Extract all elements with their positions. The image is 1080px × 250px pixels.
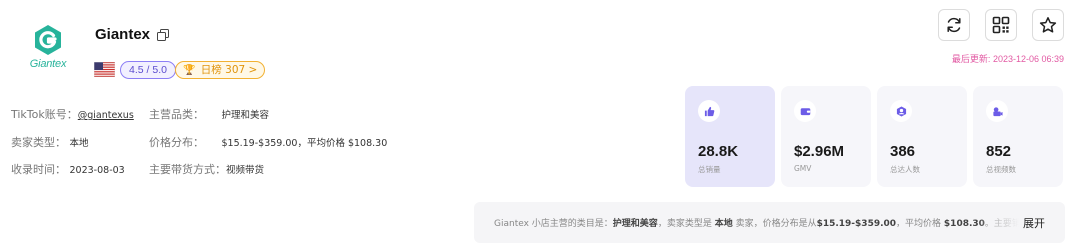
summary-category: 护理和美容: [612, 219, 658, 229]
sales-mode-value: 视频带货: [226, 165, 265, 176]
last-updated-value: 2023-12-06 06:39: [992, 54, 1064, 64]
chevron-right-icon: >: [248, 64, 258, 76]
giantex-logo-icon: [35, 25, 61, 55]
added-date-label: 收录时间：: [11, 163, 66, 176]
thumbs-up-icon: [698, 100, 720, 122]
main-category: 主营品类： 护理和美容: [149, 108, 269, 123]
shop-name: Giantex: [95, 26, 151, 43]
stat-card-total-creators[interactable]: 386 总达人数: [877, 86, 967, 187]
summary-average-price: $108.30: [943, 219, 985, 229]
shop-logo: Giantex: [22, 24, 74, 70]
last-updated-label: 最后更新:: [951, 54, 991, 64]
summary-part: Giantex 小店主营的类目是：: [494, 219, 613, 229]
wallet-icon: [794, 100, 816, 122]
expand-button[interactable]: 展开: [1023, 215, 1045, 231]
stat-gmv-label: GMV: [794, 164, 812, 173]
summary-part: 。主要销: [984, 219, 1019, 229]
added-date: 收录时间： 2023-08-03: [11, 163, 125, 178]
copy-icon[interactable]: [157, 29, 169, 41]
sales-mode-label: 主要带货方式：: [149, 163, 226, 176]
qr-code-button[interactable]: [985, 9, 1017, 41]
tiktok-account: TikTok账号：@giantexus: [11, 108, 134, 123]
tiktok-account-label: TikTok账号：: [11, 108, 78, 121]
stat-card-total-sales[interactable]: 28.8K 总销量: [685, 86, 775, 187]
tiktok-account-link[interactable]: @giantexus: [78, 110, 134, 121]
video-icon: [986, 100, 1008, 122]
stat-total-videos-value: 852: [986, 143, 1012, 160]
last-updated: 最后更新: 2023-12-06 06:39: [952, 52, 1064, 65]
stat-gmv-value: $2.96M: [794, 143, 845, 160]
main-category-label: 主营品类：: [149, 108, 204, 121]
stat-total-sales-label: 总销量: [698, 165, 721, 174]
main-category-value: 护理和美容: [221, 110, 269, 121]
summary-part: 卖家，价格分布是从: [732, 219, 817, 229]
stat-total-sales-value: 28.8K: [698, 143, 739, 160]
rating-badge: 4.5 / 5.0: [120, 61, 176, 79]
stat-total-videos-label: 总视频数: [986, 165, 1016, 174]
rank-label: 日榜: [200, 64, 222, 76]
daily-rank-badge[interactable]: 🏆 日榜 307 >: [175, 61, 266, 79]
summary-part: ，平均价格: [896, 219, 944, 229]
us-flag-icon: [94, 62, 115, 77]
summary-part: ，卖家类型是: [657, 219, 715, 229]
refresh-button[interactable]: [938, 9, 970, 41]
added-date-value: 2023-08-03: [69, 165, 125, 176]
price-distribution-value: $15.19-$359.00，平均价格 $108.30: [221, 138, 388, 149]
summary-price-range: $15.19-$359.00: [816, 219, 897, 229]
favorite-button[interactable]: [1032, 9, 1064, 41]
creator-icon: [890, 100, 912, 122]
rank-value: 307: [225, 64, 246, 76]
sales-mode: 主要带货方式：视频带货: [149, 163, 264, 178]
seller-type: 卖家类型： 本地: [11, 136, 89, 151]
price-distribution-label: 价格分布：: [149, 136, 204, 149]
stat-card-gmv[interactable]: $2.96M GMV: [781, 86, 871, 187]
summary-text: Giantex 小店主营的类目是：护理和美容，卖家类型是 本地 卖家，价格分布是…: [494, 216, 1019, 229]
seller-type-value: 本地: [69, 138, 89, 149]
stat-total-creators-label: 总达人数: [890, 165, 920, 174]
stat-card-total-videos[interactable]: 852 总视频数: [973, 86, 1063, 187]
summary-seller-type: 本地: [714, 219, 733, 229]
seller-type-label: 卖家类型：: [11, 136, 66, 149]
star-icon: [1039, 17, 1057, 33]
qr-code-icon: [992, 16, 1010, 34]
trophy-icon: 🏆: [183, 65, 196, 76]
shop-summary: Giantex 小店主营的类目是：护理和美容，卖家类型是 本地 卖家，价格分布是…: [474, 202, 1065, 243]
logo-wordmark: Giantex: [29, 58, 67, 70]
refresh-icon: [947, 17, 961, 33]
stat-total-creators-value: 386: [890, 143, 916, 160]
price-distribution: 价格分布： $15.19-$359.00，平均价格 $108.30: [149, 136, 387, 151]
